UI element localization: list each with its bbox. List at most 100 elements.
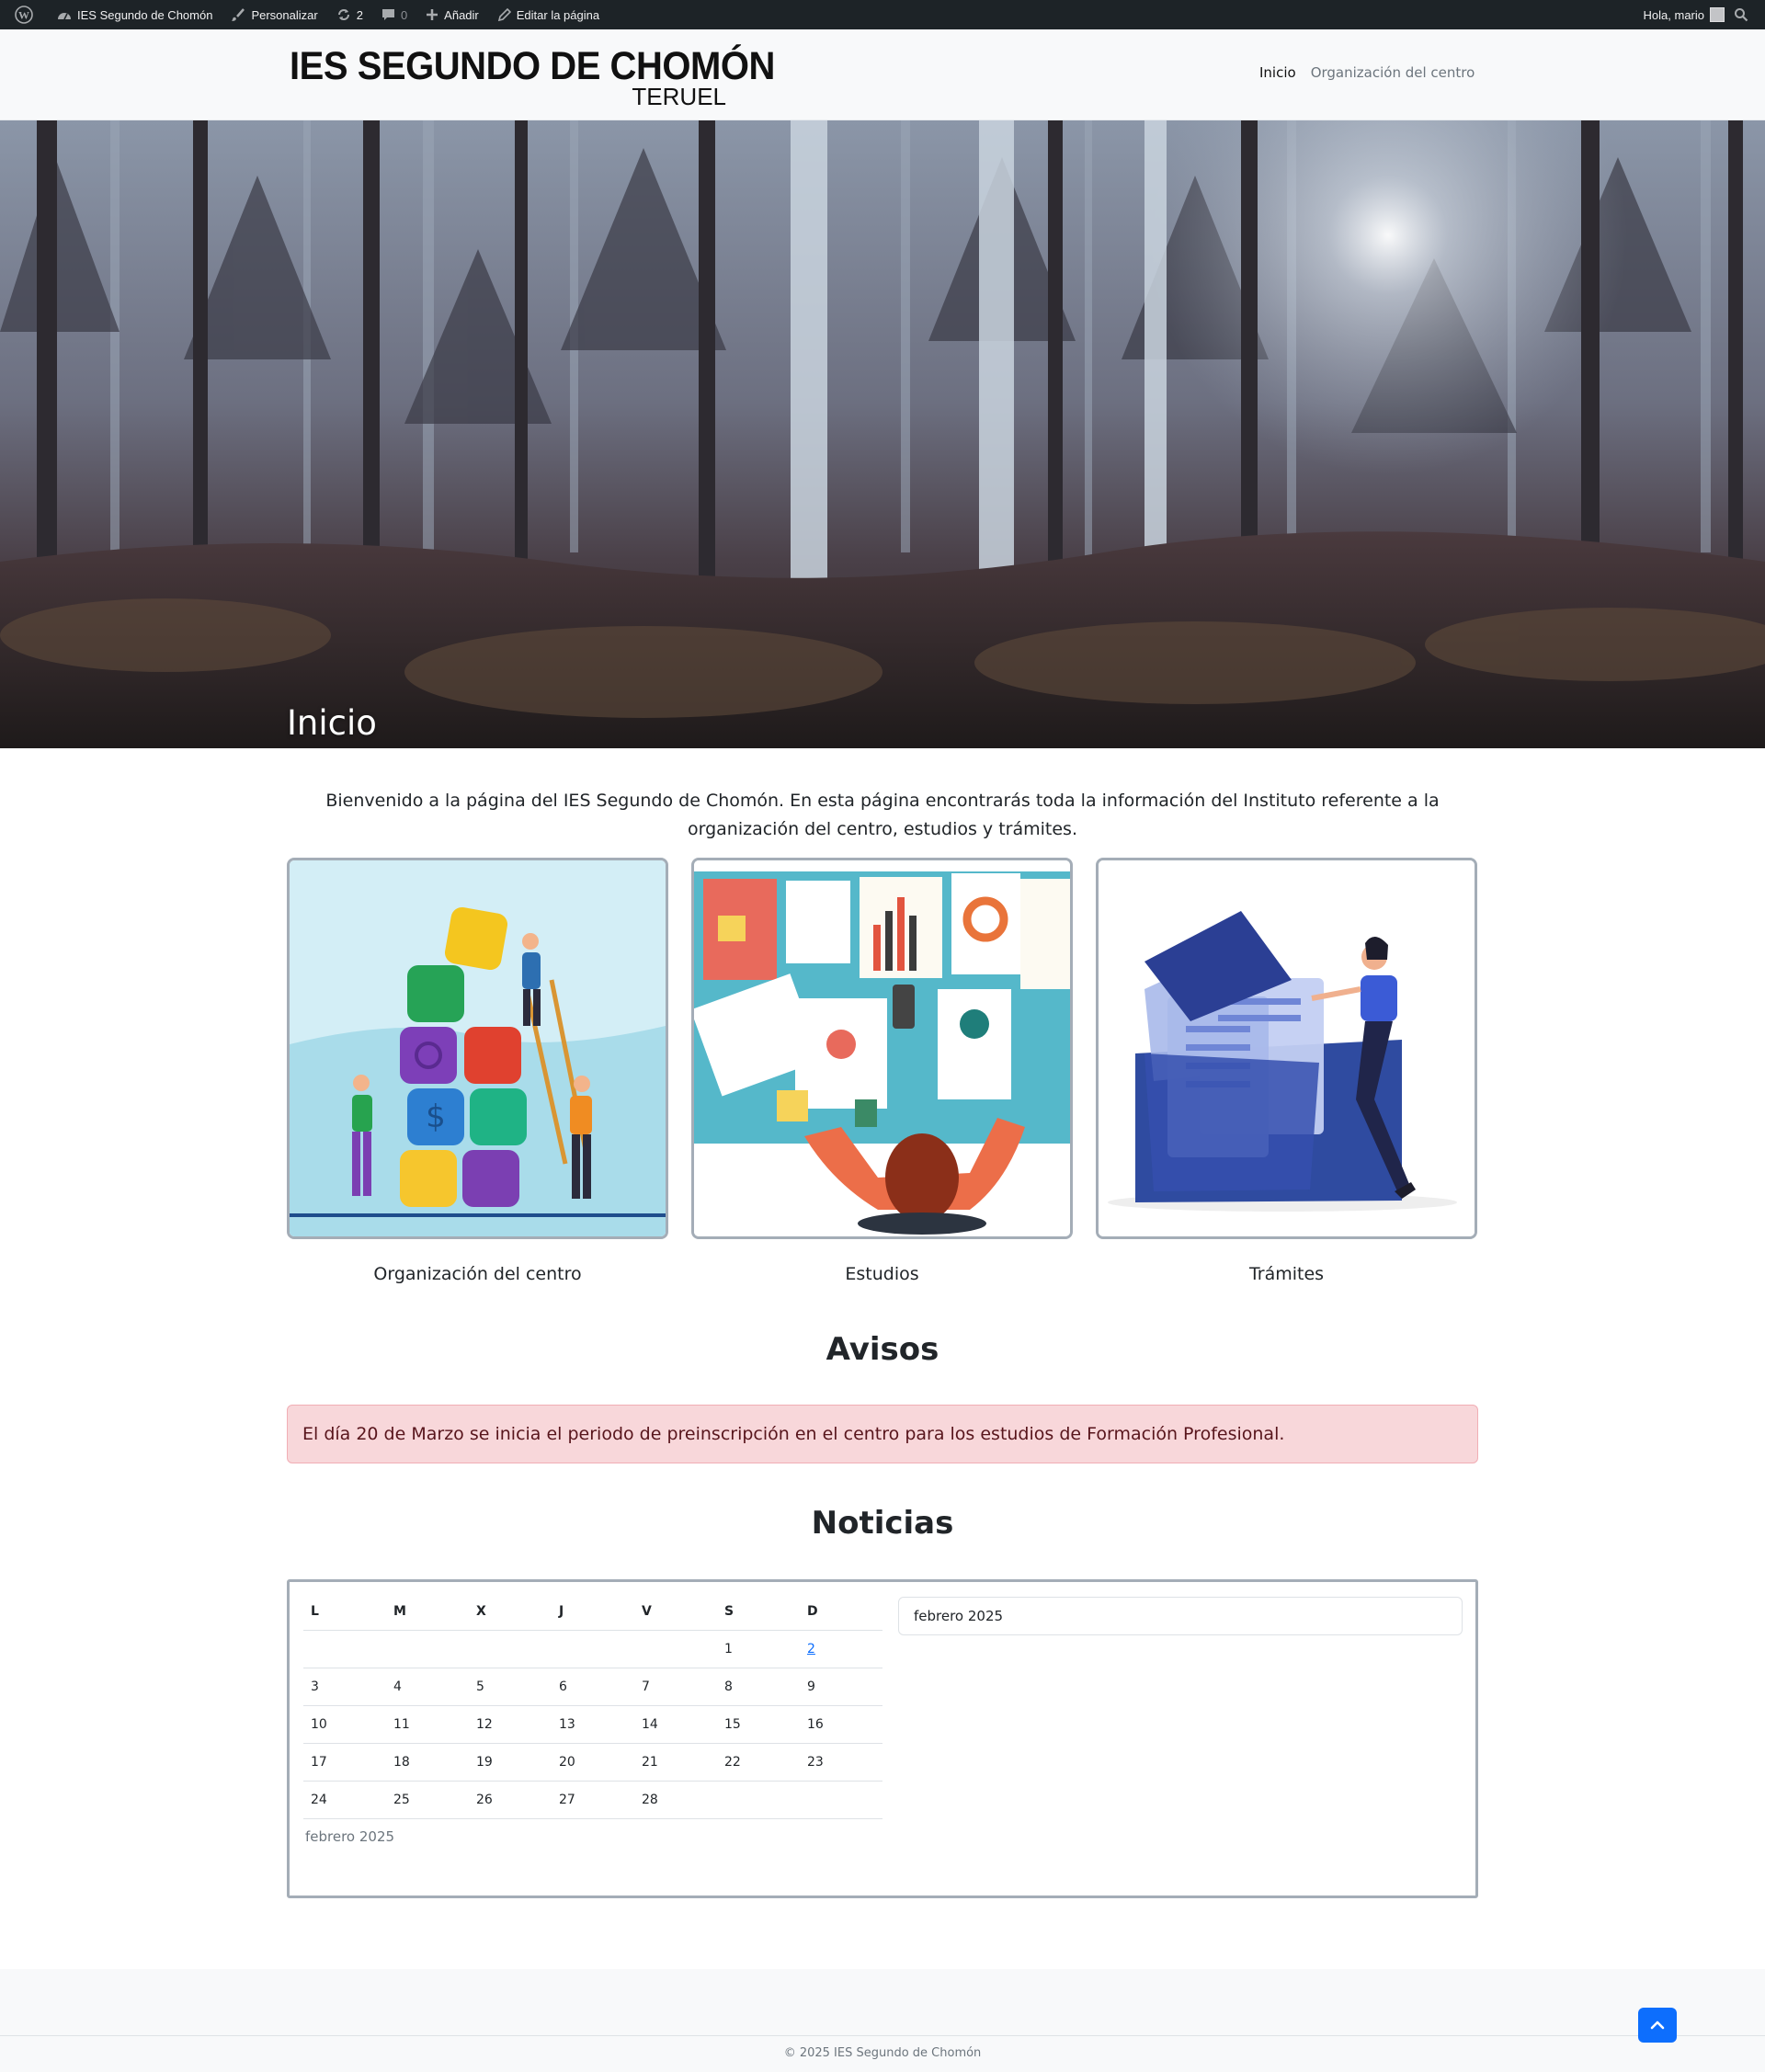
calendar-day: 11 <box>386 1704 469 1743</box>
noticias-heading: Noticias <box>811 1505 954 1542</box>
calendar-day: 8 <box>717 1667 800 1705</box>
nav-item-inicio[interactable]: Inicio <box>1259 64 1296 81</box>
tramites-illustration <box>1099 860 1475 1236</box>
aviso-alert: El día 20 de Marzo se inicia el periodo … <box>287 1405 1478 1463</box>
calendar-day: 21 <box>634 1742 717 1781</box>
calendar-week-row: 12 <box>303 1629 882 1668</box>
avisos-heading: Avisos <box>826 1331 939 1368</box>
search-icon <box>1735 8 1748 22</box>
calendar-day <box>634 1629 717 1668</box>
calendar-week-row: 17 18 19 20 21 22 23 <box>303 1742 882 1781</box>
calendar-week-row: 3456789 <box>303 1667 882 1705</box>
calendar-day <box>552 1629 634 1668</box>
calendar-day: 13 <box>552 1704 634 1743</box>
card-tramites[interactable] <box>1096 858 1477 1239</box>
weekday-header: J <box>559 1603 564 1619</box>
calendar-day: 10 <box>303 1704 386 1743</box>
calendar-week-row: 10 11 12 13 14 15 16 <box>303 1704 882 1743</box>
calendar-week-row: 24 25 26 27 28 <box>303 1780 882 1819</box>
admin-site-name-label: IES Segundo de Chomón <box>77 7 213 22</box>
edit-page-label: Editar la página <box>516 7 600 22</box>
admin-bar: W IES Segundo de Chomón Personalizar 2 0… <box>0 0 1765 29</box>
calendar-day <box>469 1629 552 1668</box>
comment-icon <box>381 8 394 20</box>
weekday-header: X <box>476 1603 486 1619</box>
calendar-day: 14 <box>634 1704 717 1743</box>
pencil-icon <box>497 7 511 21</box>
customize-label: Personalizar <box>251 7 318 22</box>
avatar <box>1710 7 1725 22</box>
calendar-day: 6 <box>552 1667 634 1705</box>
card-estudios[interactable] <box>691 858 1073 1239</box>
calendar-day: 23 <box>800 1742 882 1781</box>
calendar-day <box>386 1629 469 1668</box>
calendar-day-link[interactable]: 2 <box>807 1642 815 1656</box>
calendar-day: 22 <box>717 1742 800 1781</box>
updates-link[interactable]: 2 <box>327 0 372 29</box>
calendar-day: 17 <box>303 1742 386 1781</box>
add-new-link[interactable]: Añadir <box>416 0 488 29</box>
calendar-day: 12 <box>469 1704 552 1743</box>
site-subtitle: TERUEL <box>632 83 726 110</box>
card-organizacion[interactable]: $ <box>287 858 668 1239</box>
calendar-day <box>800 1780 882 1819</box>
back-to-top-button[interactable] <box>1638 2008 1677 2043</box>
calendar-day: 9 <box>800 1667 882 1705</box>
calendar-caption: febrero 2025 <box>305 1827 395 1845</box>
greeting-label: Hola, mario <box>1643 7 1704 22</box>
calendar-day: 3 <box>303 1667 386 1705</box>
forest-hero-image <box>0 120 1765 748</box>
calendar-day: 28 <box>634 1780 717 1819</box>
calendar-day: 2 <box>800 1629 882 1668</box>
month-select[interactable]: febrero 2025 <box>898 1597 1463 1635</box>
calendar-day: 4 <box>386 1667 469 1705</box>
nav-item-organizacion[interactable]: Organización del centro <box>1311 64 1475 81</box>
calendar-day: 20 <box>552 1742 634 1781</box>
wordpress-logo-icon[interactable]: W <box>6 0 48 29</box>
customize-link[interactable]: Personalizar <box>222 0 326 29</box>
noticias-panel: LMXJVSD 1 2 3 4 5 6 7 8 9 10 11 12 13 14 15 16 17 18 19 20 2… <box>287 1579 1478 1898</box>
add-new-label: Añadir <box>444 7 479 22</box>
site-brand[interactable]: IES SEGUNDO DE CHOMÓN TERUEL <box>290 44 775 110</box>
comments-count: 0 <box>400 7 408 22</box>
paintbrush-icon <box>232 8 245 21</box>
my-account-link[interactable]: Hola, mario <box>1634 0 1730 29</box>
page-title: Inicio <box>287 702 377 743</box>
calendar-day: 19 <box>469 1742 552 1781</box>
calendar-day: 16 <box>800 1704 882 1743</box>
calendar-day: 1 <box>717 1629 800 1668</box>
updates-count: 2 <box>356 7 363 22</box>
card-label-estudios[interactable]: Estudios <box>691 1264 1073 1284</box>
calendar-day: 7 <box>634 1667 717 1705</box>
estudios-illustration <box>694 860 1070 1236</box>
site-footer: © 2025 IES Segundo de Chomón <box>0 1969 1765 2072</box>
card-label-tramites[interactable]: Trámites <box>1096 1264 1477 1284</box>
svg-text:$: $ <box>426 1099 446 1135</box>
weekday-header: M <box>393 1603 406 1619</box>
calendar-day: 27 <box>552 1780 634 1819</box>
weekday-header: V <box>642 1603 652 1619</box>
chevron-up-icon <box>1650 2021 1665 2030</box>
calendar-day <box>717 1780 800 1819</box>
aviso-text: El día 20 de Marzo se inicia el periodo … <box>302 1424 1285 1444</box>
calendar-widget: LMXJVSD 1 2 3 4 5 6 7 8 9 10 11 12 13 14 15 16 17 18 19 20 2… <box>303 1593 882 1845</box>
update-icon <box>337 9 349 20</box>
footer-copyright: © 2025 IES Segundo de Chomón <box>783 2046 982 2060</box>
hero-banner: Inicio <box>0 120 1765 748</box>
card-label-organizacion[interactable]: Organización del centro <box>287 1264 668 1284</box>
dashboard-icon <box>58 13 71 20</box>
calendar-day: 24 <box>303 1780 386 1819</box>
edit-page-link[interactable]: Editar la página <box>488 0 609 29</box>
svg-text:W: W <box>18 9 29 22</box>
admin-search-button[interactable] <box>1730 0 1758 29</box>
footer-divider <box>0 2035 1765 2036</box>
weekday-header: L <box>311 1603 319 1619</box>
comments-link[interactable]: 0 <box>372 0 416 29</box>
intro-text: Bienvenido a la página del IES Segundo d… <box>325 791 1440 839</box>
calendar-day: 18 <box>386 1742 469 1781</box>
weekday-header: S <box>724 1603 734 1619</box>
site-title: IES SEGUNDO DE CHOMÓN <box>290 44 775 88</box>
admin-site-name[interactable]: IES Segundo de Chomón <box>48 0 222 29</box>
calendar-day: 25 <box>386 1780 469 1819</box>
plus-icon <box>427 9 438 20</box>
